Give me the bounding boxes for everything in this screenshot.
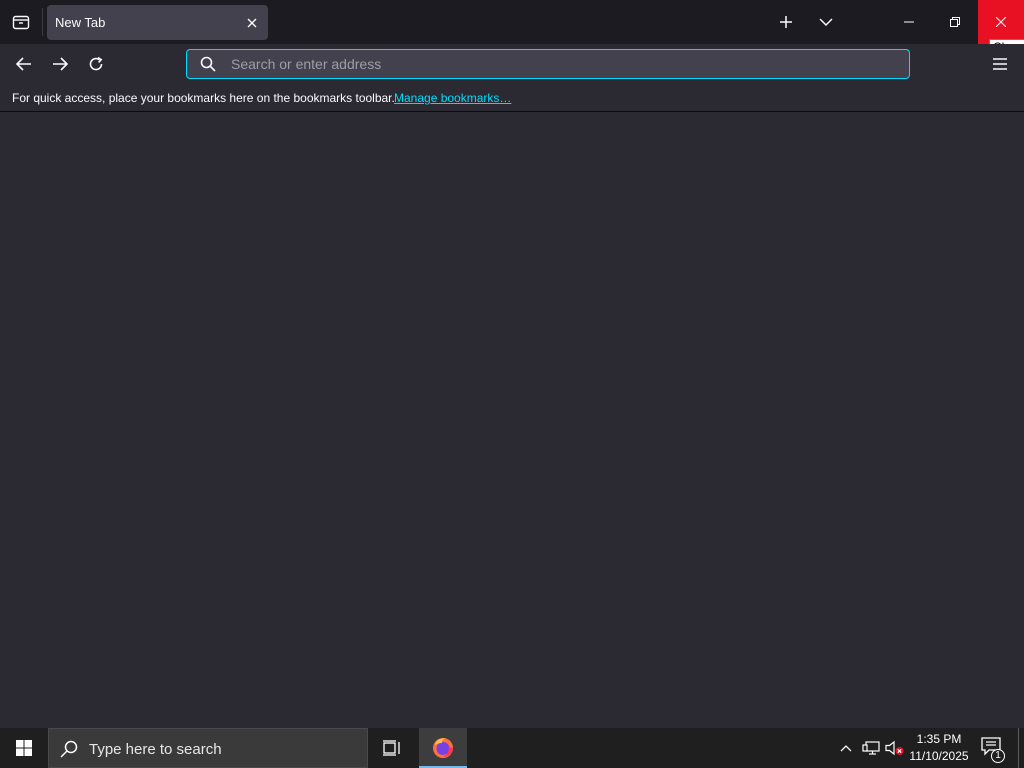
- firefox-icon: [433, 738, 453, 758]
- task-view-button[interactable]: [372, 728, 412, 768]
- restore-button[interactable]: [932, 0, 978, 44]
- speaker-muted-icon: [885, 740, 904, 756]
- tab-new-tab[interactable]: New Tab: [47, 5, 268, 40]
- notification-count-badge: 1: [991, 749, 1005, 763]
- navigation-toolbar: [0, 44, 1024, 84]
- forward-button[interactable]: [44, 48, 76, 80]
- taskbar-search-placeholder: Type here to search: [89, 741, 222, 758]
- network-icon: [862, 741, 880, 755]
- volume-tray-button[interactable]: [885, 738, 905, 758]
- title-bar: New Tab: [0, 0, 1024, 44]
- task-view-icon: [383, 740, 400, 756]
- taskbar-clock[interactable]: 1:35 PM 11/10/2025: [906, 731, 972, 765]
- start-button[interactable]: [0, 728, 48, 768]
- tab-close-button[interactable]: [242, 13, 262, 33]
- tab-title: New Tab: [55, 15, 106, 30]
- clock-time: 1:35 PM: [916, 732, 962, 746]
- firefox-view-button[interactable]: [0, 0, 42, 44]
- show-desktop-button[interactable]: [1018, 728, 1019, 768]
- arrow-left-icon: [16, 57, 31, 71]
- window-close-button[interactable]: [978, 0, 1024, 44]
- manage-bookmarks-link[interactable]: Manage bookmarks…: [394, 91, 511, 105]
- back-button[interactable]: [8, 48, 40, 80]
- action-center-button[interactable]: 1: [980, 736, 1006, 763]
- address-bar[interactable]: [186, 49, 910, 79]
- firefox-view-icon: [12, 15, 30, 30]
- search-icon: [200, 56, 216, 72]
- windows-logo-icon: [16, 740, 32, 756]
- bookmarks-empty-message: For quick access, place your bookmarks h…: [12, 91, 395, 105]
- address-input[interactable]: [231, 54, 891, 74]
- taskbar-search-box[interactable]: Type here to search: [48, 728, 368, 768]
- show-hidden-icons-button[interactable]: [836, 738, 856, 758]
- reload-icon: [89, 56, 103, 71]
- clock-date: 11/10/2025: [909, 749, 969, 763]
- app-menu-button[interactable]: [984, 48, 1016, 80]
- bookmarks-toolbar: For quick access, place your bookmarks h…: [0, 84, 1024, 112]
- taskbar: Type here to search 1:35 PM 11/10/2025 1: [0, 728, 1024, 768]
- new-tab-button[interactable]: [770, 6, 802, 38]
- search-icon: [60, 740, 78, 758]
- network-tray-button[interactable]: [861, 738, 881, 758]
- reload-button[interactable]: [80, 48, 112, 80]
- hamburger-menu-icon: [993, 58, 1007, 70]
- tab-separator: [42, 8, 43, 36]
- chevron-up-icon: [840, 745, 852, 752]
- minimize-button[interactable]: [886, 0, 932, 44]
- minimize-icon: [904, 21, 914, 23]
- page-content[interactable]: [0, 113, 1024, 728]
- chevron-down-icon: [819, 18, 833, 27]
- list-all-tabs-button[interactable]: [810, 6, 842, 38]
- plus-icon: [780, 16, 792, 28]
- firefox-taskbar-button[interactable]: [419, 728, 467, 768]
- arrow-right-icon: [53, 57, 68, 71]
- restore-icon: [950, 17, 960, 27]
- close-icon: [247, 18, 257, 28]
- close-icon: [996, 17, 1006, 27]
